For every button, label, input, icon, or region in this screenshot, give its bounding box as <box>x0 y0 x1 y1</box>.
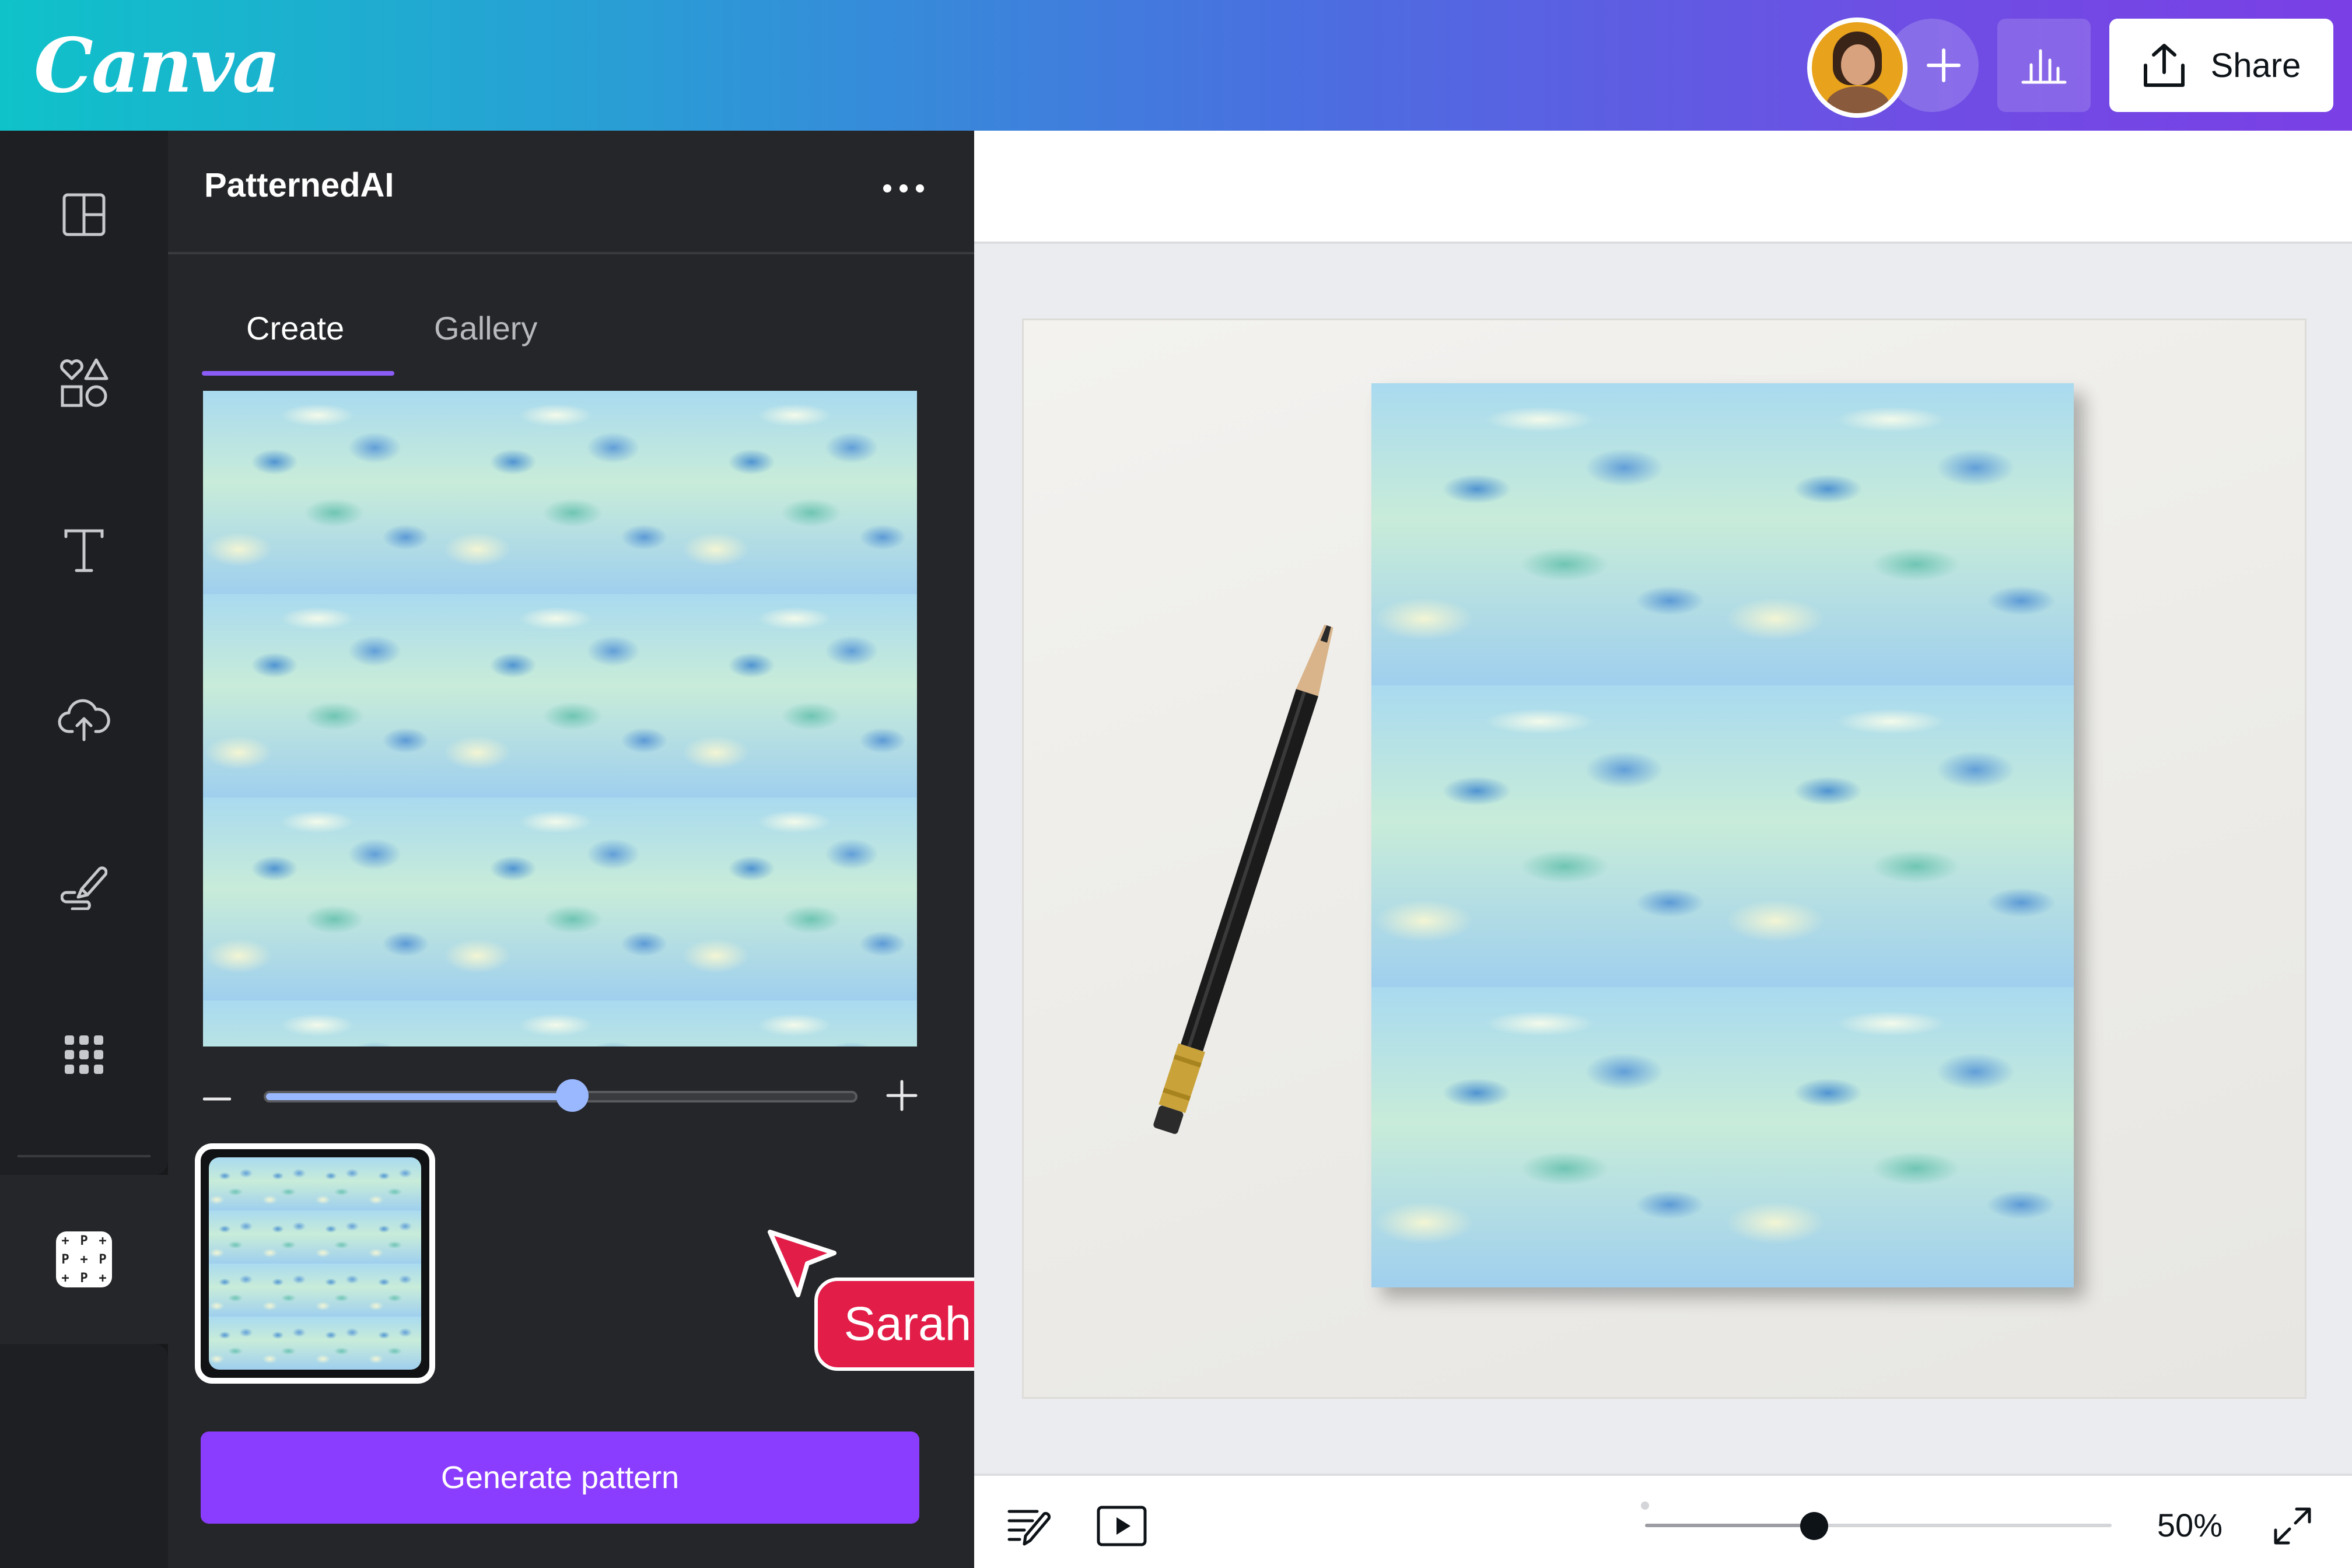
canva-logo[interactable]: Canva <box>34 16 281 116</box>
zoom-slider-fill <box>1645 1524 1814 1527</box>
insights-button[interactable] <box>1997 19 2091 112</box>
fullscreen-button[interactable] <box>2269 1503 2316 1549</box>
draw-icon <box>61 866 107 910</box>
scale-slider-fill <box>266 1093 573 1100</box>
canvas-toolbar <box>974 131 2352 244</box>
pattern-thumbnail[interactable] <box>195 1143 435 1384</box>
panel-divider <box>168 252 974 254</box>
rail-item-uploads[interactable] <box>0 660 168 777</box>
rail-item-text[interactable] <box>0 492 168 609</box>
share-label: Share <box>2210 46 2301 85</box>
pencil-image <box>1153 624 1334 1134</box>
left-rail: + P + P + P + P + <box>0 131 168 1568</box>
present-button[interactable] <box>1097 1503 1147 1549</box>
rail-item-draw[interactable] <box>0 828 168 945</box>
share-button[interactable]: Share <box>2109 19 2333 112</box>
zoom-slider-start-marker <box>1641 1502 1649 1510</box>
design-page[interactable] <box>1022 318 2306 1399</box>
upload-icon <box>2143 44 2185 87</box>
bar-chart-icon <box>2021 49 2067 84</box>
minus-icon <box>203 1097 231 1101</box>
tab-create[interactable]: Create <box>246 309 344 347</box>
rail-item-apps[interactable] <box>0 996 168 1113</box>
zoom-percentage[interactable]: 50% <box>2147 1502 2222 1548</box>
panel-title: PatternedAI <box>204 166 394 204</box>
play-icon <box>1097 1506 1147 1546</box>
rail-item-elements[interactable] <box>0 324 168 441</box>
notes-button[interactable] <box>1007 1503 1054 1549</box>
pattern-thumbnail-image <box>209 1157 421 1370</box>
rail-footer <box>0 1344 168 1568</box>
plus-icon <box>1927 48 1961 82</box>
rail-item-patternedai[interactable]: + P + P + P + P + <box>0 1175 168 1344</box>
scale-slider-handle[interactable] <box>556 1079 589 1112</box>
scale-increase-button[interactable] <box>886 1079 918 1112</box>
text-icon <box>64 529 104 572</box>
canvas-area: 50% <box>974 131 2352 1568</box>
scale-decrease-button[interactable] <box>203 1085 231 1113</box>
rail-tools <box>0 131 168 1175</box>
elements-icon <box>60 358 108 407</box>
generate-pattern-button[interactable]: Generate pattern <box>201 1432 919 1524</box>
plus-icon <box>886 1080 918 1111</box>
active-tab-indicator <box>202 371 394 376</box>
notes-icon <box>1007 1510 1051 1546</box>
user-avatar[interactable] <box>1807 18 1908 118</box>
patterned-paper[interactable] <box>1371 383 2074 1287</box>
expand-icon <box>2274 1507 2311 1545</box>
apps-grid-icon <box>65 1035 103 1074</box>
rail-divider <box>18 1155 150 1157</box>
patterned-ai-app-icon: + P + P + P + P + <box>56 1231 112 1287</box>
layout-icon <box>62 193 106 236</box>
editor-footer: 50% <box>974 1474 2352 1568</box>
upload-cloud-icon <box>58 699 110 741</box>
zoom-slider-handle[interactable] <box>1800 1512 1828 1540</box>
more-options-icon[interactable] <box>883 184 924 192</box>
pattern-preview[interactable] <box>203 391 917 1046</box>
tab-gallery[interactable]: Gallery <box>434 309 537 347</box>
zoom-slider-track[interactable] <box>1645 1524 2112 1527</box>
top-bar: Canva Share <box>0 0 2352 131</box>
rail-item-design[interactable] <box>0 156 168 273</box>
patternedai-panel: PatternedAI Create Gallery Sarah Generat… <box>168 131 1001 1568</box>
collaborator-name-tag: Sarah <box>814 1278 1001 1371</box>
